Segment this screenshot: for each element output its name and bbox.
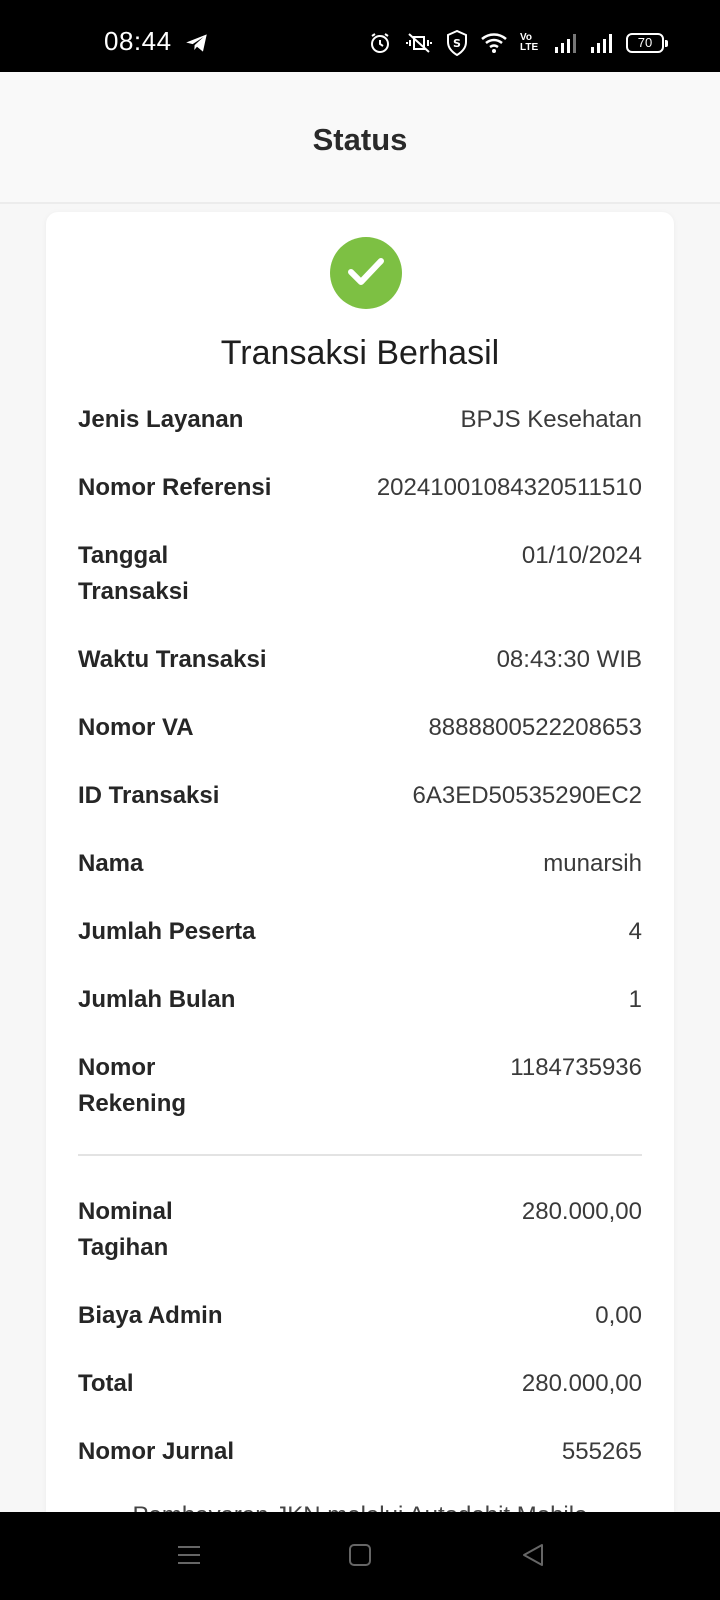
detail-row-jumlah-peserta: Jumlah Peserta 4	[78, 914, 642, 950]
detail-row-nama: Nama munarsih	[78, 846, 642, 882]
vpn-shield-icon: S	[447, 30, 467, 56]
detail-value: 1	[628, 986, 642, 1013]
detail-row-nomor-rekening: Nomor Rekening 1184735936	[78, 1050, 642, 1122]
detail-label: Nomor Referensi	[78, 474, 272, 501]
detail-label: Jumlah Bulan	[78, 986, 236, 1013]
detail-value: 4	[628, 918, 642, 945]
amount-label: Nomor Jurnal	[78, 1438, 235, 1465]
detail-value: 20241001084320511510	[376, 474, 642, 501]
detail-label: Jumlah Peserta	[78, 918, 256, 945]
status-icons: S Vo LTE 70	[368, 28, 668, 58]
page-title: Status	[312, 122, 408, 157]
menu-icon[interactable]	[176, 1542, 202, 1568]
divider	[78, 1154, 642, 1156]
detail-value: 1184735936	[510, 1054, 642, 1081]
detail-row-waktu-transaksi: Waktu Transaksi 08:43:30 WIB	[78, 642, 642, 678]
back-icon[interactable]	[520, 1542, 546, 1568]
wifi-icon	[481, 33, 507, 53]
vibrate-off-icon	[406, 33, 432, 53]
alarm-icon	[371, 33, 389, 53]
amount-value: 280.000,00	[521, 1198, 642, 1225]
transaction-card: Transaksi Berhasil Jenis Layanan BPJS Ke…	[46, 212, 674, 1512]
detail-label: ID Transaksi	[78, 782, 220, 809]
amount-value: 280.000,00	[521, 1370, 642, 1397]
detail-row-id-transaksi: ID Transaksi 6A3ED50535290EC2	[78, 778, 642, 814]
status-bar: 08:44 S Vo LTE 70	[0, 0, 720, 72]
system-nav-bar	[0, 1512, 720, 1600]
detail-row-jumlah-bulan: Jumlah Bulan 1	[78, 982, 642, 1018]
detail-row-nomor-va: Nomor VA 8888800522208653	[78, 710, 642, 746]
status-time: 08:44	[104, 26, 172, 56]
signal-icon	[555, 34, 576, 53]
detail-row-nomor-referensi: Nomor Referensi 20241001084320511510	[78, 470, 642, 506]
amount-row-nomor-jurnal: Nomor Jurnal 555265	[78, 1434, 642, 1470]
result-title: Transaksi Berhasil	[220, 334, 500, 372]
amount-value: 555265	[561, 1438, 642, 1465]
app-bar: Status	[0, 72, 720, 204]
battery-icon: 70	[626, 33, 668, 53]
telegram-icon	[186, 34, 207, 52]
volte-icon: Vo LTE	[520, 32, 539, 53]
amount-label: Nominal Tagihan	[78, 1198, 173, 1261]
detail-label: Nomor VA	[78, 714, 194, 741]
amount-row-nominal-tagihan: Nominal Tagihan 280.000,00	[78, 1194, 642, 1266]
amount-value: 0,00	[595, 1302, 642, 1329]
amount-row-biaya-admin: Biaya Admin 0,00	[78, 1298, 642, 1334]
detail-value: munarsih	[543, 850, 642, 877]
details-list: Jenis Layanan BPJS Kesehatan Nomor Refer…	[78, 402, 642, 1502]
detail-label: Tanggal Transaksi	[78, 542, 189, 605]
detail-row-tanggal-transaksi: Tanggal Transaksi 01/10/2024	[78, 538, 642, 610]
amount-label: Biaya Admin	[78, 1302, 223, 1329]
amount-row-total: Total 280.000,00	[78, 1366, 642, 1402]
footnote: Pembayaran JKN melalui Autodebit Mobile	[46, 1502, 674, 1512]
success-check-icon	[330, 237, 402, 309]
detail-value: BPJS Kesehatan	[460, 406, 642, 433]
detail-value: 6A3ED50535290EC2	[412, 782, 642, 809]
detail-label: Jenis Layanan	[78, 406, 244, 433]
detail-label: Nomor Rekening	[78, 1054, 187, 1117]
svg-text:S: S	[453, 37, 461, 50]
detail-label: Waktu Transaksi	[78, 646, 267, 673]
detail-value: 01/10/2024	[521, 542, 642, 569]
detail-value: 8888800522208653	[428, 714, 642, 741]
signal-icon-2	[591, 34, 612, 53]
detail-row-jenis-layanan: Jenis Layanan BPJS Kesehatan	[78, 402, 642, 438]
detail-value: 08:43:30 WIB	[496, 646, 642, 673]
detail-label: Nama	[78, 850, 144, 877]
amount-label: Total	[78, 1370, 134, 1397]
home-icon[interactable]	[348, 1542, 372, 1568]
